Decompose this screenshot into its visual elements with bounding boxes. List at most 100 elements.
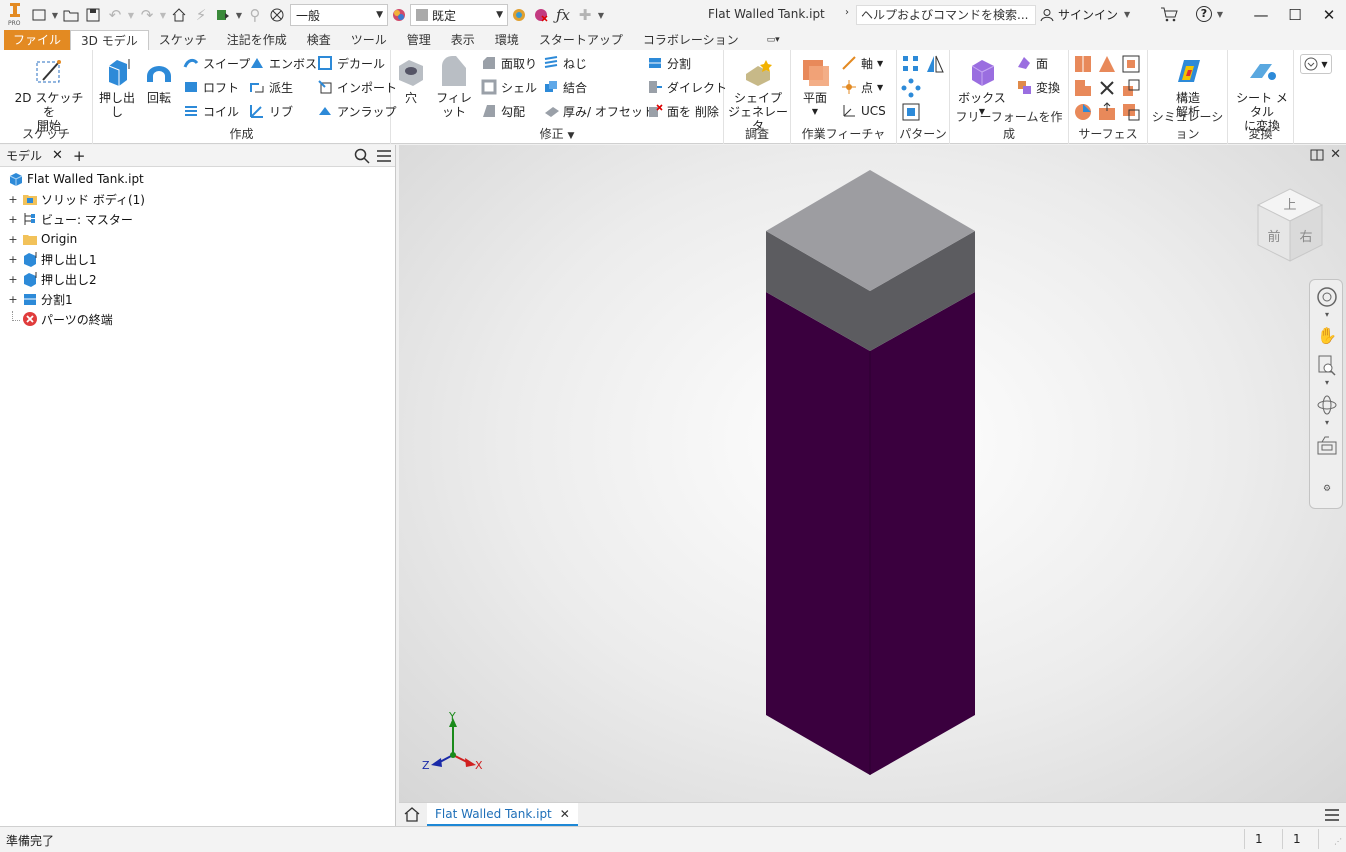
ucs-button[interactable]: UCS [841, 100, 886, 122]
sketch-pattern-icon[interactable] [901, 102, 921, 122]
surface-trim-icon[interactable] [1073, 78, 1093, 98]
document-tab[interactable]: Flat Walled Tank.ipt ✕ [427, 803, 578, 826]
tab-environments[interactable]: 環境 [485, 30, 529, 50]
tab-annotate[interactable]: 注記を作成 [217, 30, 297, 50]
zoom-icon[interactable] [1316, 354, 1338, 376]
chevron-down-icon[interactable]: ▼ [50, 11, 60, 20]
search-icon[interactable] [354, 148, 370, 167]
chevron-right-icon[interactable]: › [845, 7, 849, 18]
tree-item-solid-bodies[interactable]: + ソリッド ボディ(1) [0, 189, 395, 209]
cart-icon[interactable] [1160, 6, 1178, 25]
tab-3d-model[interactable]: 3D モデル [70, 30, 149, 50]
surface-patch-icon[interactable] [1097, 54, 1117, 74]
ribbon-toggle-icon[interactable]: ▭▾ [767, 35, 780, 45]
freeform-face-button[interactable]: 面 [1016, 52, 1048, 74]
help-icon[interactable]: ? [1196, 6, 1212, 22]
surface-repair-icon[interactable] [1073, 102, 1093, 122]
surface-cut-icon[interactable] [1097, 78, 1117, 98]
plane-button[interactable]: 平面 ▼ [795, 56, 835, 119]
convert-sheet-metal-button[interactable]: シート メタル に変換 [1231, 56, 1293, 133]
ribbon-options-button[interactable]: ▼ [1300, 54, 1332, 74]
surface-delete-icon[interactable] [1121, 102, 1141, 122]
start-2d-sketch-button[interactable]: 2D スケッチを 開始 [14, 56, 84, 133]
tab-file[interactable]: ファイル [4, 30, 71, 50]
thicken-offset-button[interactable]: 厚み/ オフセット [543, 100, 655, 122]
close-icon[interactable]: ✕ [560, 807, 570, 821]
graphics-viewport[interactable]: ✕ 上 前 右 ▾ ✋ ▾ ▾ ⚙ Y X Z [399, 145, 1346, 802]
tree-item-split1[interactable]: + 分割1 [0, 289, 395, 309]
delete-face-button[interactable]: 面を 削除 [647, 100, 719, 122]
app-logo[interactable]: PRO [0, 0, 28, 30]
tab-get-started[interactable]: スタートアップ [529, 30, 633, 50]
pan-icon[interactable]: ✋ [1316, 326, 1338, 348]
tab-menu-icon[interactable] [1324, 808, 1340, 825]
loft-button[interactable]: ロフト [183, 76, 239, 98]
tab-collaborate[interactable]: コラボレーション [633, 30, 749, 50]
revolve-button[interactable]: 回転 [141, 56, 177, 105]
derive-button[interactable]: 派生 [249, 76, 293, 98]
home-tab-icon[interactable] [403, 806, 421, 825]
redo-icon[interactable]: ↷ [136, 4, 158, 26]
tab-manage[interactable]: 管理 [397, 30, 441, 50]
material-dropdown[interactable]: 一般 ▼ [290, 4, 388, 26]
help-search-input[interactable]: ヘルプおよびコマンドを検索... [856, 5, 1036, 25]
sweep-button[interactable]: スイープ [183, 52, 250, 74]
appearance-icon[interactable] [388, 4, 410, 26]
chevron-down-icon[interactable]: ▼ [158, 11, 168, 20]
coil-button[interactable]: コイル [183, 100, 239, 122]
tank-model[interactable] [399, 145, 1346, 802]
resize-grip-icon[interactable]: ⋰ [1334, 837, 1342, 846]
tree-item-end-of-part[interactable]: パーツの終端 [0, 309, 395, 329]
draft-button[interactable]: 勾配 [481, 100, 525, 122]
appearance-dropdown[interactable]: 既定 ▼ [410, 4, 508, 26]
tab-view[interactable]: 表示 [441, 30, 485, 50]
rectangular-pattern-icon[interactable] [901, 54, 921, 74]
parameters-fx-icon[interactable]: ƒx [552, 4, 574, 26]
clear-appearance-icon[interactable] [530, 4, 552, 26]
expand-icon[interactable]: + [8, 213, 18, 226]
expand-icon[interactable]: + [8, 253, 18, 266]
maximize-button[interactable]: ☐ [1278, 0, 1312, 30]
measure-icon[interactable]: ⚲ [244, 4, 266, 26]
axis-button[interactable]: 軸 ▼ [841, 52, 883, 74]
surface-sculpt-icon[interactable] [1121, 54, 1141, 74]
tree-item-extrusion1[interactable]: + 押し出し1 [0, 249, 395, 269]
tab-inspect[interactable]: 検査 [297, 30, 341, 50]
select-icon[interactable] [212, 4, 234, 26]
signin-button[interactable]: サインイン ▼ [1040, 6, 1132, 23]
close-icon[interactable]: ✕ [52, 148, 63, 163]
orbit-icon[interactable] [1316, 394, 1338, 416]
navbar-options-icon[interactable]: ⚙ [1316, 484, 1338, 506]
expand-icon[interactable]: + [8, 293, 18, 306]
add-icon[interactable]: + [73, 147, 86, 165]
new-file-icon[interactable] [28, 4, 50, 26]
tank-right-face[interactable] [870, 292, 975, 775]
extrude-button[interactable]: 押し出し [97, 56, 137, 119]
import-button[interactable]: インポート [317, 76, 397, 98]
update-icon[interactable]: ⚡ [190, 4, 212, 26]
expand-icon[interactable]: + [8, 233, 18, 246]
chevron-down-icon[interactable]: ▼ [234, 11, 244, 20]
menu-icon[interactable] [376, 149, 392, 166]
browser-tab-model[interactable]: モデル [0, 147, 42, 164]
split-button[interactable]: 分割 [647, 52, 691, 74]
circular-pattern-icon[interactable] [901, 78, 921, 98]
look-at-icon[interactable] [1316, 434, 1338, 456]
open-folder-icon[interactable] [60, 4, 82, 26]
viewcube[interactable]: 上 前 右 [1254, 185, 1326, 265]
thread-button[interactable]: ねじ [543, 52, 587, 74]
expand-icon[interactable]: + [8, 273, 18, 286]
expand-icon[interactable]: + [8, 193, 18, 206]
chamfer-button[interactable]: 面取り [481, 52, 537, 74]
chevron-down-icon[interactable]: ▼ [126, 11, 136, 20]
home-icon[interactable] [168, 4, 190, 26]
tree-item-part[interactable]: Flat Walled Tank.ipt [0, 169, 395, 189]
surface-stitch-icon[interactable] [1073, 54, 1093, 74]
tank-left-face[interactable] [766, 292, 870, 775]
add-icon[interactable]: ✚ [574, 4, 596, 26]
combine-button[interactable]: 結合 [543, 76, 587, 98]
decal-button[interactable]: デカール [317, 52, 385, 74]
shell-button[interactable]: シェル [481, 76, 537, 98]
tree-item-extrusion2[interactable]: + 押し出し2 [0, 269, 395, 289]
panel-label-modify[interactable]: 修正 ▼ [391, 125, 723, 142]
